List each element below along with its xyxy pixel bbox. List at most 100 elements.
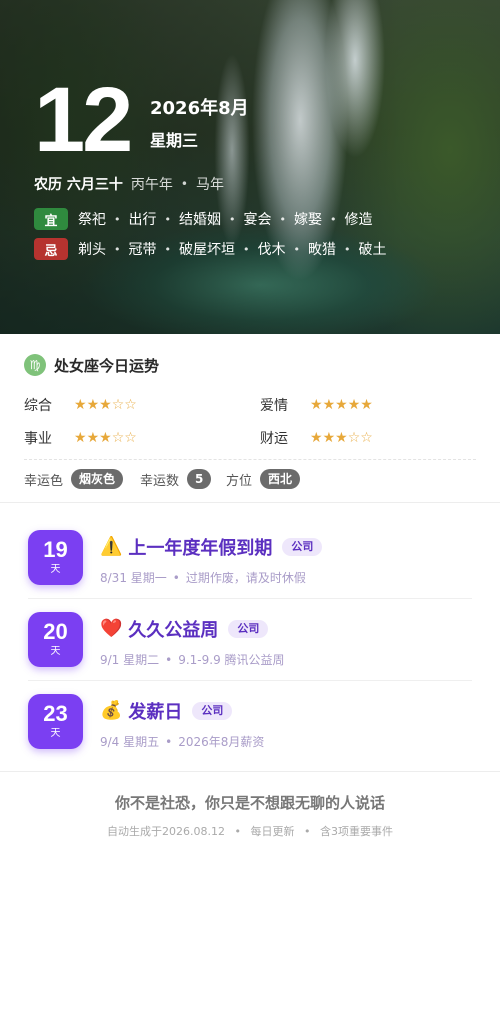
separator-dot: • (164, 212, 172, 226)
event-tag: 公司 (282, 538, 323, 556)
separator-dot: • (330, 212, 337, 226)
days-remaining-badge: 23 天 (28, 694, 83, 749)
virgo-icon: ♍ (24, 354, 46, 376)
separator-dot: • (165, 734, 173, 749)
day-number: 12 (34, 69, 133, 171)
separator-dot: • (229, 212, 236, 226)
stat-career: 事业 ★★★☆☆ (24, 428, 137, 448)
separator-dot: • (303, 825, 311, 838)
lunar-date-row: 农历 六月三十 丙午年 • 马年 (34, 174, 224, 194)
yi-item: 嫁娶 (294, 212, 322, 228)
ji-item: 破土 (358, 242, 387, 258)
hero-banner: 12 2026年8月 星期三 农历 六月三十 丙午年 • 马年 宜 祭祀 • 出… (0, 0, 500, 334)
divider (24, 459, 476, 460)
divider (28, 598, 472, 599)
star-rating: ★★★☆☆ (310, 430, 373, 446)
yi-item: 出行 (128, 212, 157, 228)
event-tag: 公司 (228, 620, 269, 638)
yi-item: 祭祀 (78, 212, 106, 228)
section-divider (0, 502, 500, 503)
ji-item: 冠带 (128, 242, 157, 258)
event-desc: 9.1-9.9 腾讯公益周 (178, 653, 285, 667)
update-frequency: 每日更新 (250, 825, 295, 838)
days-unit: 天 (50, 646, 61, 657)
event-item[interactable]: 23 天 💰 发薪日 公司 9/4 星期五 • 2026年8月薪资 (28, 682, 472, 764)
event-date: 9/1 星期二 (100, 653, 160, 667)
separator-dot: • (114, 242, 121, 256)
event-title-row: 💰 发薪日 公司 (100, 698, 233, 724)
days-unit: 天 (50, 728, 61, 739)
star-rating: ★★★★★ (310, 397, 373, 413)
lucky-number: 幸运数 5 (140, 469, 212, 489)
days-unit: 天 (50, 564, 61, 575)
divider (28, 680, 472, 681)
separator-dot: • (243, 242, 250, 256)
event-title: 发薪日 (128, 702, 183, 723)
yi-badge: 宜 (34, 208, 68, 230)
stat-label: 事业 (24, 431, 52, 447)
event-date: 8/31 星期一 (100, 571, 167, 585)
stat-love: 爱情 ★★★★★ (260, 395, 373, 415)
lucky-direction: 方位 西北 (226, 469, 301, 489)
warning-icon: ⚠️ (100, 536, 123, 557)
zodiac-year: 马年 (195, 177, 224, 193)
ji-row: 忌 剃头 • 冠带 • 破屋坏垣 • 伐木 • 畋猎 • 破土 (34, 238, 387, 260)
horoscope-header: ♍ 处女座今日运势 (24, 354, 159, 376)
direction-pill: 西北 (260, 469, 301, 489)
days-count: 19 (43, 537, 68, 562)
heart-icon: ❤️ (100, 618, 123, 639)
event-subtitle: 9/1 星期二 • 9.1-9.9 腾讯公益周 (100, 651, 285, 668)
event-title: 上一年度年假到期 (128, 538, 273, 559)
section-divider (0, 771, 500, 772)
horoscope-section: ♍ 处女座今日运势 综合 ★★★☆☆ 爱情 ★★★★★ 事业 ★★★☆☆ 财运 … (0, 334, 500, 504)
ji-item: 破屋坏垣 (179, 242, 235, 258)
days-count: 23 (43, 701, 68, 726)
separator-dot: • (279, 212, 287, 226)
direction-label: 方位 (226, 473, 253, 489)
yi-row: 宜 祭祀 • 出行 • 结婚姻 • 宴会 • 嫁娶 • 修造 (34, 208, 373, 230)
stat-label: 财运 (260, 431, 288, 447)
event-date: 9/4 星期五 (100, 735, 160, 749)
ji-item: 畋猎 (308, 242, 336, 258)
event-item[interactable]: 19 天 ⚠️ 上一年度年假到期 公司 8/31 星期一 • 过期作废，请及时休… (28, 518, 472, 600)
event-subtitle: 8/31 星期一 • 过期作废，请及时休假 (100, 569, 306, 586)
event-desc: 2026年8月薪资 (178, 735, 265, 749)
footer-meta: 自动生成于2026.08.12 • 每日更新 • 含3项重要事件 (0, 823, 500, 839)
horoscope-title: 处女座今日运势 (54, 356, 160, 375)
event-subtitle: 9/4 星期五 • 2026年8月薪资 (100, 733, 264, 750)
calendar-card: 12 2026年8月 星期三 农历 六月三十 丙午年 • 马年 宜 祭祀 • 出… (0, 0, 500, 1024)
event-desc: 过期作废，请及时休假 (185, 571, 306, 585)
ji-item: 剃头 (78, 242, 106, 258)
event-tag: 公司 (192, 702, 233, 720)
separator-dot: • (165, 652, 173, 667)
lucky-number-pill: 5 (187, 469, 212, 489)
yi-item: 结婚姻 (179, 212, 221, 228)
ganzhi-year: 丙午年 (130, 177, 173, 193)
separator-dot: • (344, 242, 351, 256)
stat-label: 综合 (24, 398, 52, 414)
star-rating: ★★★☆☆ (74, 430, 137, 446)
event-title: 久久公益周 (128, 620, 219, 641)
event-item[interactable]: 20 天 ❤️ 久久公益周 公司 9/1 星期二 • 9.1-9.9 腾讯公益周 (28, 600, 472, 682)
ji-item: 伐木 (257, 242, 286, 258)
lucky-number-label: 幸运数 (140, 473, 180, 489)
days-count: 20 (43, 619, 68, 644)
days-remaining-badge: 19 天 (28, 530, 83, 585)
yi-item: 修造 (344, 212, 373, 228)
stat-overall: 综合 ★★★☆☆ (24, 395, 137, 415)
separator-dot: • (164, 242, 172, 256)
separator-dot: • (180, 177, 188, 191)
separator-dot: • (293, 242, 301, 256)
event-title-row: ❤️ 久久公益周 公司 (100, 616, 269, 642)
event-title-row: ⚠️ 上一年度年假到期 公司 (100, 534, 323, 560)
stat-label: 爱情 (260, 398, 288, 414)
days-remaining-badge: 20 天 (28, 612, 83, 667)
generated-date: 自动生成于2026.08.12 (107, 825, 225, 838)
separator-dot: • (114, 212, 121, 226)
separator-dot: • (172, 570, 180, 585)
lucky-color-label: 幸运色 (24, 473, 64, 489)
separator-dot: • (234, 825, 241, 838)
stat-wealth: 财运 ★★★☆☆ (260, 428, 373, 448)
lunar-date: 农历 六月三十 (34, 177, 123, 193)
money-bag-icon: 💰 (100, 700, 123, 721)
